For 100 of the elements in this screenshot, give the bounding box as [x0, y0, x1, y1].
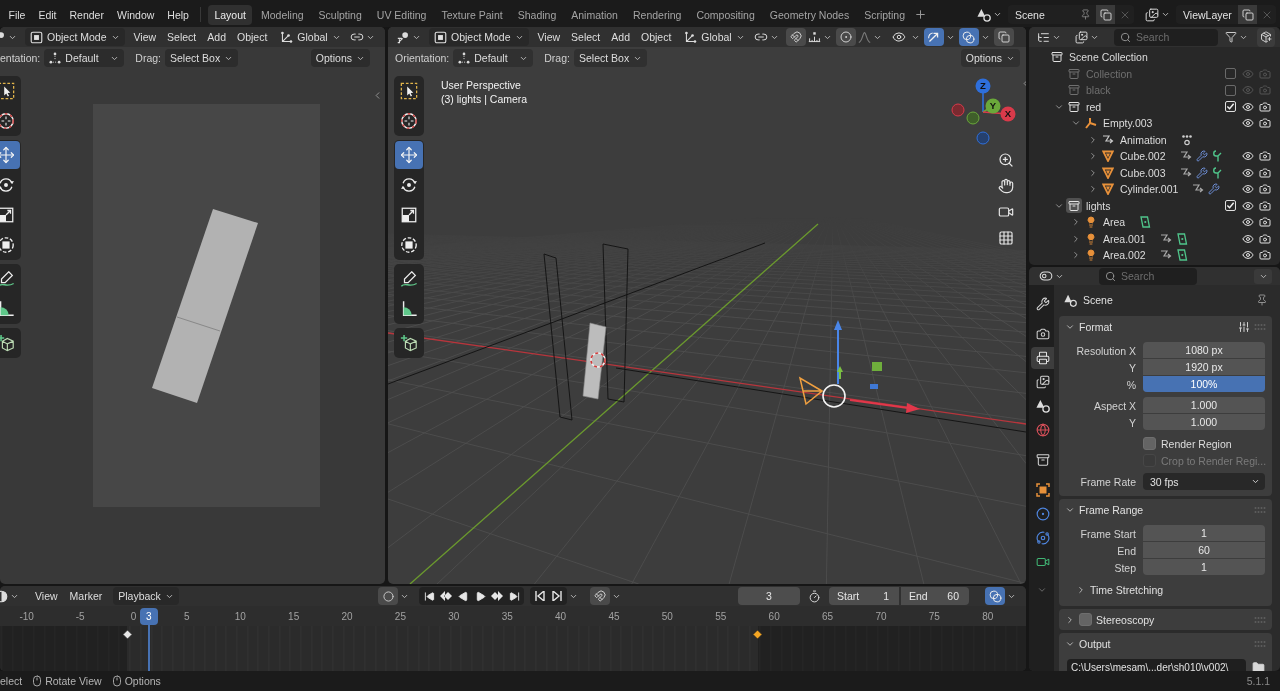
plus-icon[interactable]	[914, 8, 927, 21]
subpanel-title[interactable]: Time Stretching	[1090, 584, 1164, 596]
drag-dropdown[interactable]: Select Box	[165, 49, 239, 67]
menu-item[interactable]: Add	[606, 29, 635, 45]
tool-button[interactable]	[394, 328, 424, 358]
axis-ball[interactable]: Z	[975, 78, 991, 94]
pin-icon[interactable]	[1256, 294, 1268, 306]
scene-name-field[interactable]: Scene	[1008, 5, 1096, 24]
camera-icon[interactable]	[998, 204, 1014, 220]
chevron-right-icon[interactable]	[1088, 151, 1098, 162]
pin-icon[interactable]	[1080, 9, 1091, 20]
panel-title[interactable]: Format	[1079, 320, 1113, 333]
menu-item[interactable]: View	[30, 588, 63, 604]
keyframe-icon[interactable]	[753, 630, 763, 639]
menu-item[interactable]: Add	[202, 29, 231, 45]
axis-ball[interactable]	[966, 111, 980, 125]
camera-icon[interactable]	[1258, 100, 1271, 113]
gizmos-toggle[interactable]	[923, 28, 944, 46]
number-field[interactable]: 60	[1143, 542, 1265, 558]
eye-icon[interactable]	[1241, 216, 1254, 229]
orientation-dropdown[interactable]: Global	[275, 28, 346, 46]
step-back-icon[interactable]	[535, 591, 545, 601]
camera-icon[interactable]	[1258, 183, 1271, 196]
stopwatch-icon[interactable]	[808, 589, 821, 603]
menu-item[interactable]: Object	[636, 29, 677, 45]
workspace-tab[interactable]: Geometry Nodes	[763, 4, 856, 25]
zoom-icon[interactable]	[998, 152, 1014, 168]
axis-ball[interactable]: X	[1000, 106, 1016, 122]
menu-item[interactable]: Help	[160, 5, 196, 24]
snap-toggle[interactable]	[785, 28, 806, 46]
menu-item[interactable]: File	[2, 5, 32, 24]
eye-icon[interactable]	[1241, 100, 1254, 113]
next-keyframe-icon[interactable]	[491, 591, 503, 601]
playback-dropdown[interactable]: Playback	[113, 587, 179, 605]
camera-icon[interactable]	[1258, 166, 1271, 179]
camera-icon[interactable]	[1258, 249, 1271, 262]
tree-item-label[interactable]: Area.001	[1103, 232, 1146, 245]
start-frame-field[interactable]: Start 1	[829, 587, 899, 605]
tree-item-label[interactable]: red	[1086, 100, 1102, 113]
eye-icon[interactable]	[1241, 232, 1254, 245]
menu-item[interactable]: Select	[162, 29, 202, 45]
menu-item[interactable]: Marker	[64, 588, 108, 604]
menu-item[interactable]: View	[128, 29, 162, 45]
number-field[interactable]: 1	[1143, 525, 1265, 541]
tree-item-label[interactable]: lights	[1086, 199, 1111, 212]
chevron-right-icon[interactable]	[1088, 184, 1098, 195]
chevron-right-icon[interactable]	[1065, 614, 1075, 625]
tree-item-label[interactable]: Cube.003	[1120, 166, 1166, 179]
orientation-dropdown[interactable]: Default	[44, 49, 125, 67]
eye-icon[interactable]	[1241, 150, 1254, 163]
chevron-right-icon[interactable]	[1076, 585, 1086, 595]
menu-item[interactable]: Render	[63, 5, 111, 24]
number-field[interactable]: 1	[1143, 559, 1265, 575]
tree-item-label[interactable]: Cylinder.001	[1120, 183, 1179, 196]
chevron-right-icon[interactable]	[1071, 233, 1081, 244]
proportional-toggle[interactable]	[835, 28, 856, 46]
ticks-icon[interactable]	[807, 30, 821, 44]
keyframe-icon[interactable]	[122, 630, 132, 639]
curve-icon[interactable]	[857, 30, 871, 44]
eye-icon[interactable]	[1241, 166, 1254, 179]
path-field[interactable]: C:\Users\mesam\...der\sh010\v002\	[1067, 659, 1246, 671]
chevron-right-icon[interactable]	[1071, 250, 1081, 261]
tree-item-label[interactable]: Cube.002	[1120, 150, 1166, 163]
tree-item-label[interactable]: Area.002	[1103, 249, 1146, 262]
axis-ball[interactable]: Y	[985, 98, 1001, 114]
workspace-tab[interactable]: Shading	[511, 4, 563, 25]
exclude-checkbox[interactable]	[1225, 84, 1236, 96]
menu-item[interactable]: View	[532, 29, 566, 45]
slider-field[interactable]: 100%	[1143, 376, 1265, 392]
play-reverse-icon[interactable]	[457, 590, 469, 602]
exclude-checkbox[interactable]	[1225, 68, 1236, 80]
presets-icon[interactable]	[1238, 320, 1250, 333]
current-frame-field[interactable]: 3	[738, 587, 800, 605]
eye-icon[interactable]	[1241, 117, 1254, 130]
eye-icon[interactable]	[1241, 183, 1254, 196]
properties-tab[interactable]	[1031, 347, 1054, 369]
xray-toggle[interactable]	[993, 28, 1014, 46]
menu-item[interactable]: Select	[566, 29, 606, 45]
eye-icon[interactable]	[1241, 199, 1254, 212]
folder-icon[interactable]	[1252, 660, 1265, 671]
chevron-right-icon[interactable]	[1088, 167, 1098, 178]
menu-item[interactable]: Object	[232, 29, 273, 45]
checkbox[interactable]	[1143, 437, 1156, 450]
overlays-toggle[interactable]	[985, 587, 1005, 605]
menu-item[interactable]: Edit	[31, 5, 63, 24]
search-field[interactable]: Search	[1099, 267, 1197, 285]
hand-icon[interactable]	[998, 178, 1014, 194]
workspace-tab[interactable]: Animation	[565, 4, 624, 25]
mode-dropdown[interactable]: Object Mode	[429, 28, 529, 46]
eye-icon[interactable]	[1241, 249, 1254, 262]
workspace-tab[interactable]: Modeling	[254, 4, 310, 25]
snap-toggle[interactable]	[590, 587, 610, 605]
chevron-right-icon[interactable]	[1071, 217, 1081, 228]
number-field[interactable]: 1.000	[1143, 414, 1265, 430]
camera-icon[interactable]	[1258, 232, 1271, 245]
tree-item-label[interactable]: Empty.003	[1103, 117, 1153, 130]
workspace-tab[interactable]: Scripting	[858, 4, 911, 25]
checkbox[interactable]	[1079, 613, 1092, 626]
menu-item[interactable]: Window	[110, 5, 161, 24]
panel-title[interactable]: Stereoscopy	[1096, 613, 1155, 626]
